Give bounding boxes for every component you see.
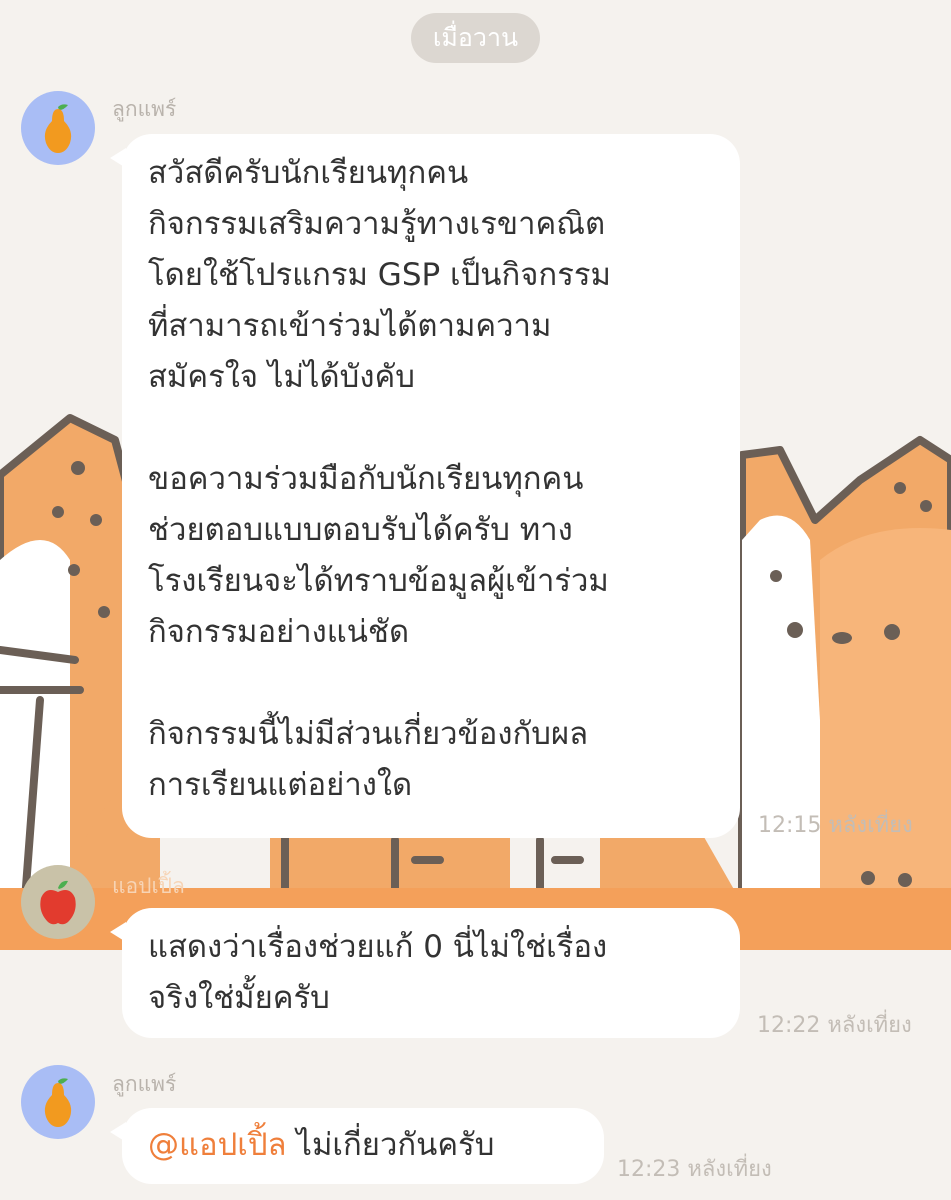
message-text-line: โดยใช้โปรแกรม GSP เป็นกิจกรรม xyxy=(148,257,611,293)
sender-name: แอปเปิ้ล xyxy=(112,874,185,898)
message-text-line: ขอความร่วมมือกับนักเรียนทุกคน xyxy=(148,461,584,497)
message-text-line: ช่วยตอบแบบตอบรับได้ครับ ทาง xyxy=(148,512,573,548)
message-text-line: สวัสดีครับนักเรียนทุกคน xyxy=(148,155,469,191)
pear-icon xyxy=(44,1078,72,1127)
message-text-line: ที่สามารถเข้าร่วมได้ตามความ xyxy=(148,308,552,344)
message-text-line: กิจกรรมนี้ไม่มีส่วนเกี่ยวข้องกับผล xyxy=(148,716,589,752)
message-text-line: การเรียนแต่อย่างใด xyxy=(148,767,413,803)
apple-icon xyxy=(40,880,76,925)
user-mention-link[interactable]: @แอปเปิ้ล xyxy=(148,1127,287,1163)
bubble-tail xyxy=(110,922,126,942)
pear-icon xyxy=(44,104,72,153)
message-timestamp: 12:22 หลังเที่ยง xyxy=(757,1013,912,1038)
message-bubble[interactable]: แสดงว่าเรื่องช่วยแก้ 0 นี่ไม่ใช่เรื่อง จ… xyxy=(110,908,740,1038)
avatar[interactable] xyxy=(21,91,95,165)
sender-name: ลูกแพร์ xyxy=(112,1072,177,1096)
bubble-tail xyxy=(110,148,126,168)
message-bubble[interactable]: สวัสดีครับนักเรียนทุกคน กิจกรรมเสริมความ… xyxy=(110,134,740,838)
message-text-line: สมัครใจ ไม่ได้บังคับ xyxy=(148,359,415,395)
message-timestamp: 12:23 หลังเที่ยง xyxy=(617,1157,772,1182)
avatar[interactable] xyxy=(21,1065,95,1139)
bubble-tail xyxy=(110,1122,126,1142)
message-text: ไม่เกี่ยวกันครับ xyxy=(286,1127,495,1163)
message-text-line: กิจกรรมอย่างแน่ชัด xyxy=(148,614,410,650)
avatar[interactable] xyxy=(21,865,95,939)
message-bubble[interactable]: @แอปเปิ้ล ไม่เกี่ยวกันครับ xyxy=(110,1108,604,1184)
message-text-line: @แอปเปิ้ล ไม่เกี่ยวกันครับ xyxy=(148,1120,578,1171)
message-text-line: แสดงว่าเรื่องช่วยแก้ 0 นี่ไม่ใช่เรื่อง xyxy=(148,929,608,965)
date-separator: เมื่อวาน xyxy=(411,13,540,63)
sender-name: ลูกแพร์ xyxy=(112,97,177,121)
message-text-line: กิจกรรมเสริมความรู้ทางเรขาคณิต xyxy=(148,206,606,242)
message-text-line: จริงใช่มั้ยครับ xyxy=(148,980,330,1016)
message-timestamp: 12:15 หลังเที่ยง xyxy=(758,813,913,838)
message-text-line: โรงเรียนจะได้ทราบข้อมูลผู้เข้าร่วม xyxy=(148,563,609,599)
